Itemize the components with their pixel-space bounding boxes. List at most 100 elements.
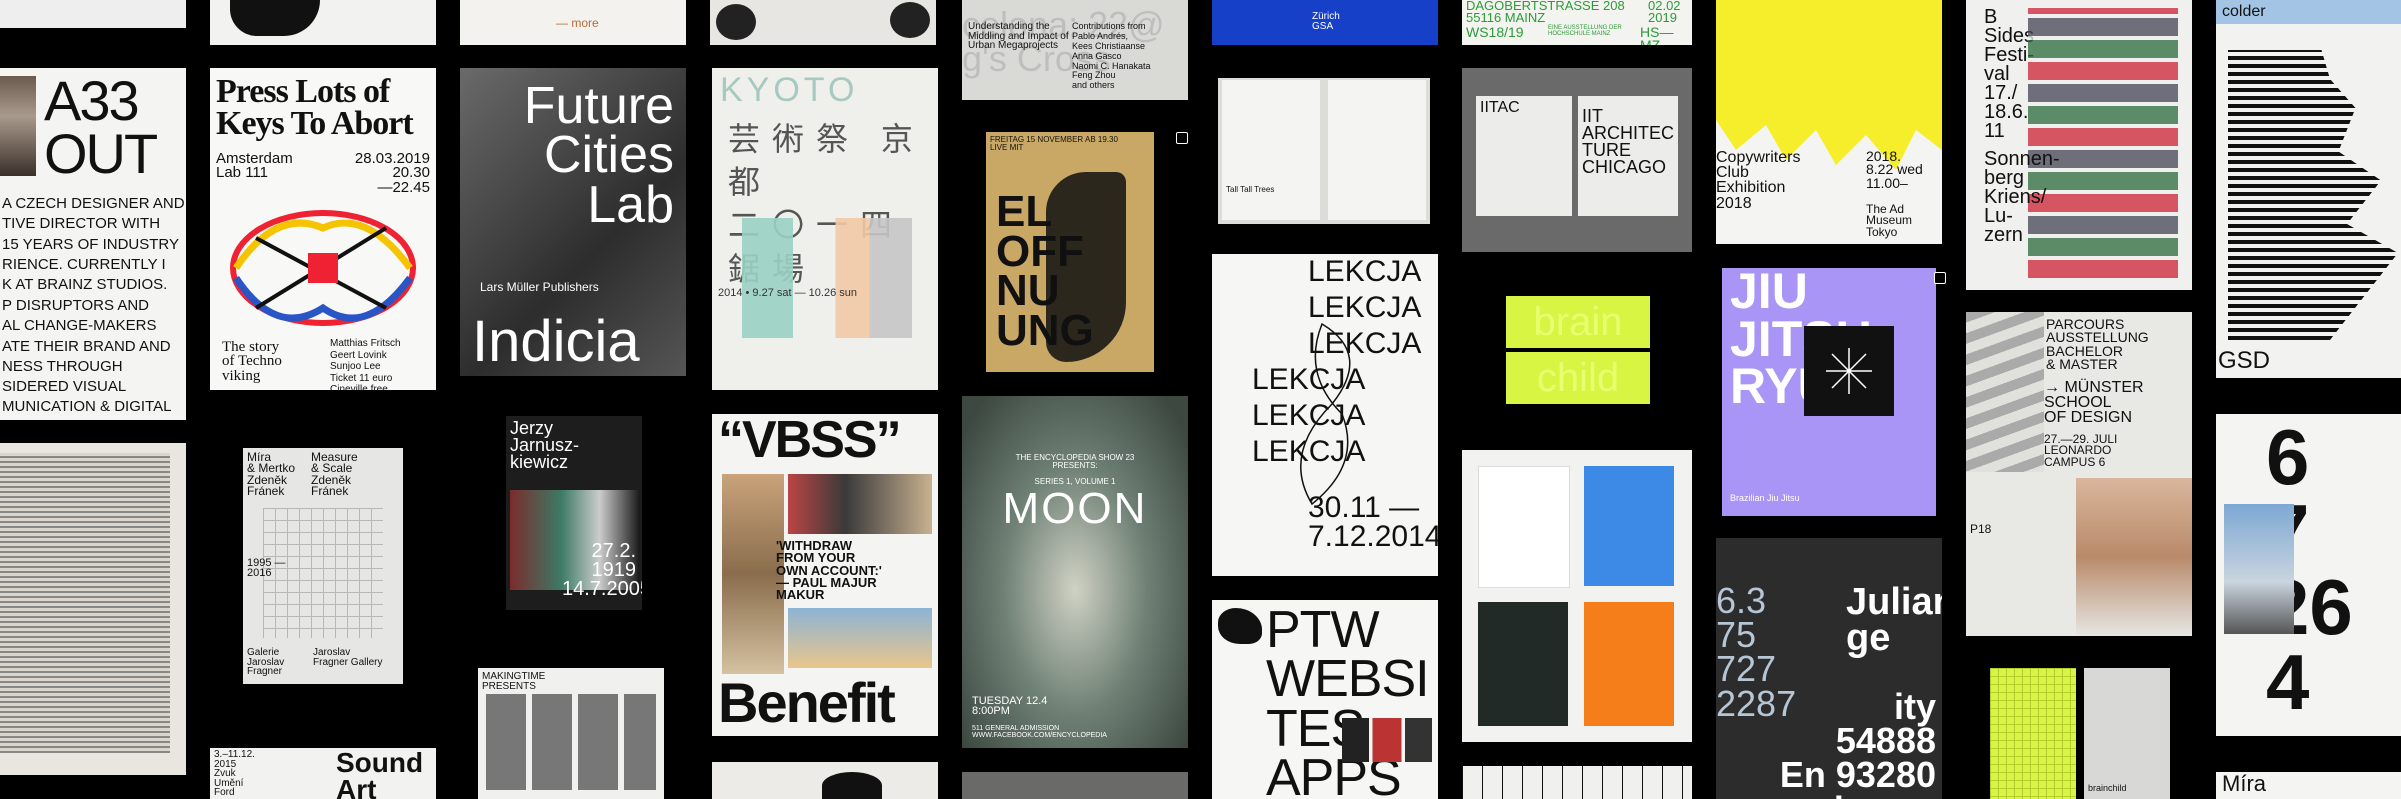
project-card-top-4[interactable] bbox=[710, 0, 936, 45]
poster-right bbox=[1328, 80, 1426, 220]
poster-header: FREITAG 15 NOVEMBER AB 19.30 LIVE MIT bbox=[990, 135, 1118, 152]
project-card-brainchild-small[interactable] bbox=[1990, 668, 2076, 799]
cursor-marker bbox=[1934, 272, 1946, 284]
ink-circle bbox=[890, 2, 930, 38]
ink-circle bbox=[716, 4, 756, 40]
portrait-photo bbox=[2076, 478, 2192, 636]
building-photo bbox=[2224, 504, 2294, 634]
landscape-photo bbox=[788, 608, 932, 668]
poster-header: THE ENCYCLOPEDIA SHOW 23 PRESENTS: bbox=[1015, 453, 1135, 470]
project-card-b-sides[interactable]: B Sides Festi- val 17./ 18.6. 11 Sonnen-… bbox=[1966, 0, 2192, 290]
poster-names: Matthias Fritsch Geert Lovink Sunjoo Lee… bbox=[330, 338, 401, 390]
black-shapes bbox=[1046, 172, 1126, 362]
poster-date: 2018. 8.22 wed 11.00– bbox=[1866, 148, 1923, 191]
about-bio-2: P DISRUPTORS AND AL CHANGE-MAKERS ATE TH… bbox=[2, 297, 172, 420]
project-card-mira-bottom[interactable]: Míra bbox=[2216, 772, 2401, 799]
project-card-typewriter[interactable] bbox=[0, 443, 186, 775]
project-card-top-2[interactable] bbox=[210, 0, 436, 45]
project-card-ptw[interactable]: PTW WEBSI TES APPS bbox=[1212, 600, 1438, 799]
poster-title: Press Lots of Keys To Abort bbox=[216, 73, 414, 143]
poster-title: Future Cities Lab bbox=[523, 77, 674, 234]
project-card-about-out[interactable] bbox=[0, 0, 186, 28]
poster-quote: 'WITHDRAW FROM YOUR OWN ACCOUNT:' — PAUL… bbox=[776, 538, 882, 603]
project-card-jerzy[interactable]: Jerzy Jarnusz- kiewicz 27.2. 1919 14.7.2… bbox=[506, 416, 642, 610]
project-card-brainchild-grey[interactable]: brainchild bbox=[2084, 668, 2170, 799]
poster-footer: Indicia bbox=[472, 309, 640, 374]
project-card-iitac[interactable]: IITAC IIT ARCHITEC TURE CHICAGO bbox=[1462, 68, 1692, 252]
poster-ws: WS18/19 bbox=[1466, 24, 1524, 40]
poster-line1: brain bbox=[1506, 296, 1650, 348]
poster-footer: 511 GENERAL ADMISSION WWW.FACEBOOK.COM/E… bbox=[972, 725, 1107, 739]
poster-title: MOON bbox=[1002, 484, 1148, 533]
line-drawing bbox=[1300, 322, 1351, 506]
project-card-mainz[interactable]: DAGOBERTSTRASSE 208 55116 MAINZ 02.02 20… bbox=[1462, 0, 1692, 45]
poster-date: 28.03.2019 20.30 —22.45 bbox=[354, 150, 430, 196]
project-card-jiu-jitsu[interactable]: JIU JITSU RYU Brazilian Jiu Jitsu bbox=[1722, 268, 1936, 516]
poster-date: 2014 • 9.27 sat — 10.26 sun bbox=[718, 287, 858, 299]
project-card-moon[interactable]: THE ENCYCLOPEDIA SHOW 23 PRESENTS: SERIE… bbox=[962, 396, 1188, 748]
about-title: A33 OUT bbox=[44, 69, 158, 186]
pattern bbox=[1990, 668, 2076, 799]
photo-collage bbox=[722, 474, 784, 674]
project-card-kyoto[interactable]: KYOTO 芸術祭 京都 二〇一四 鋸場 2014 • 9.27 sat — 1… bbox=[712, 68, 938, 390]
poster-top: DAGOBERTSTRASSE 208 55116 MAINZ bbox=[1466, 0, 1625, 26]
poster-big: ity 54888 En 93280 bassy bbox=[1779, 686, 1936, 799]
poster-dates: 27.2. 1919 14.7.2005 bbox=[562, 540, 642, 600]
poster-left: 3.–11.12. 2015 Zvuk Umění Ford bbox=[214, 749, 255, 798]
rhino-icon bbox=[1218, 608, 1262, 644]
grid-lines bbox=[1462, 766, 1692, 799]
poster-footer-2: Jaroslav Fragner Gallery bbox=[313, 647, 383, 668]
poster-right: Sound Art bbox=[336, 748, 424, 799]
project-card-lekcja[interactable]: LEKCJA LEKCJA LEKCJA LEKCJA LEKCJA LEKCJ… bbox=[1212, 254, 1438, 576]
poster-title: PARCOURS AUSSTELLUNG BACHELOR & MASTER bbox=[2046, 316, 2149, 372]
project-card-bottom-5[interactable] bbox=[962, 772, 1188, 799]
poster-p18: P18 bbox=[1970, 522, 1992, 536]
project-card-eloff[interactable]: FREITAG 15 NOVEMBER AB 19.30 LIVE MIT EL… bbox=[986, 132, 1154, 372]
poster-text: Tall Tall Trees bbox=[1226, 185, 1275, 194]
stairs-photo bbox=[1966, 312, 2044, 472]
project-card-urban-megaprojects[interactable]: Understanding the Middling and Impact of… bbox=[962, 0, 1188, 100]
poster-title: GSD bbox=[2218, 347, 2271, 374]
project-card-blue-top[interactable]: Zürich GSA bbox=[1212, 0, 1438, 45]
poster-line2: child bbox=[1506, 352, 1650, 404]
project-card-parcours[interactable]: PARCOURS AUSSTELLUNG BACHELOR & MASTER →… bbox=[1966, 312, 2192, 636]
portrait-photo bbox=[0, 76, 36, 176]
photo-collage-2 bbox=[788, 474, 932, 534]
poster-right: Measure & Scale Zdeněk Fránek bbox=[311, 450, 358, 499]
project-card-future-cities[interactable]: Future Cities Lab Lars Müller Publishers… bbox=[460, 68, 686, 376]
poster-title: PTW WEBSI TES APPS bbox=[1266, 601, 1430, 799]
project-card-gsd[interactable]: colder GSD bbox=[2216, 0, 2401, 378]
poster-left: IITAC bbox=[1480, 99, 1520, 116]
poster-latin: KYOTO bbox=[720, 71, 859, 109]
project-card-mira-measure[interactable]: Míra & Mertko Zdeněk Fránek Measure & Sc… bbox=[243, 448, 403, 684]
project-card-vbss[interactable]: “VBSS” 'WITHDRAW FROM YOUR OWN ACCOUNT:'… bbox=[712, 414, 938, 736]
poster-footer: Galerie Jaroslav Fragner bbox=[247, 647, 285, 677]
project-card-top-3[interactable]: — more bbox=[460, 0, 686, 45]
project-card-julian[interactable]: 6.3 75 727 2287 Julian ge ity 54888 En 9… bbox=[1716, 538, 1942, 799]
poster-city: Amsterdam Lab 111 bbox=[216, 150, 293, 182]
project-card-about-out[interactable]: A33 OUT A CZECH DESIGNER AND TIVE DIRECT… bbox=[0, 68, 186, 420]
project-card-brain-child[interactable]: brain child bbox=[1506, 296, 1650, 404]
poster-subtitle: Brazilian Jiu Jitsu bbox=[1730, 493, 1800, 503]
project-card-grid-posters[interactable] bbox=[1462, 450, 1692, 742]
bar-graph bbox=[2228, 50, 2398, 340]
poster-bigtext: celona: 22@ g's Cross bbox=[962, 4, 1165, 80]
project-card-copywriters[interactable]: Copywriters Club Exhibition 2018 2018. 8… bbox=[1716, 0, 1942, 244]
project-card-bottom-4[interactable] bbox=[712, 762, 938, 799]
poster-date: TUESDAY 12.4 8:00PM bbox=[972, 695, 1048, 718]
project-card-mira-6[interactable]: 6 7 26 4 bbox=[2216, 414, 2401, 736]
project-card-tall-trees[interactable]: Tall Tall Trees bbox=[1218, 78, 1430, 224]
project-card-bottom-7[interactable] bbox=[1462, 766, 1692, 799]
poster-years: 1995 — 2016 bbox=[247, 557, 286, 580]
project-card-press-lots-of-keys[interactable]: Press Lots of Keys To Abort Amsterdam La… bbox=[210, 68, 436, 390]
star-icon bbox=[1826, 348, 1872, 394]
poster-publisher: Lars Müller Publishers bbox=[480, 280, 599, 294]
poster-museum: The Ad Museum Tokyo bbox=[1866, 202, 1913, 239]
poster-title: MAKINGTIME PRESENTS bbox=[482, 671, 546, 692]
poster-center: EINE AUSSTELLUNG DER HOCHSCHULE MAINZ bbox=[1548, 25, 1622, 37]
poster-orange bbox=[1584, 602, 1674, 726]
poster-hs: HS—MZ bbox=[1640, 24, 1674, 45]
more-label: — more bbox=[556, 16, 599, 30]
project-card-makingtime[interactable]: MAKINGTIME PRESENTS bbox=[478, 668, 664, 799]
project-card-sound-art[interactable]: 3.–11.12. 2015 Zvuk Umění Ford Sound Art bbox=[210, 748, 436, 799]
